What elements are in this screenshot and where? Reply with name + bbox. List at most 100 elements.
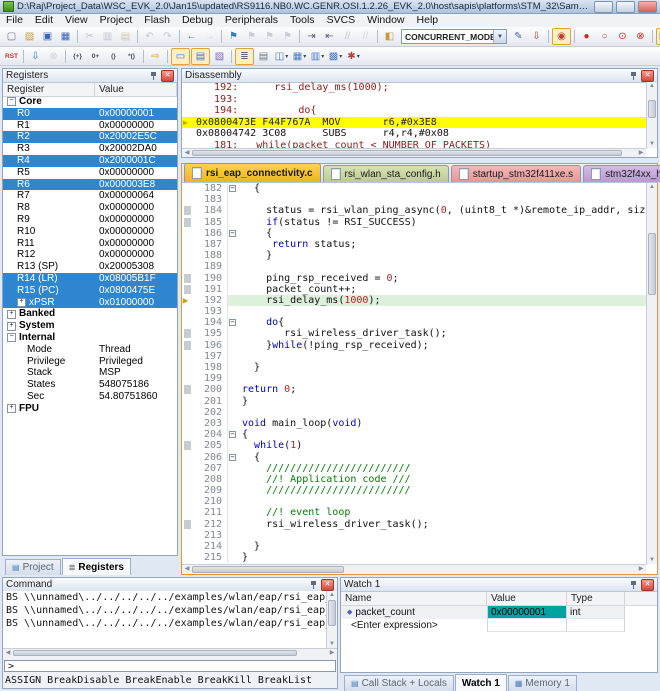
register-row-r3[interactable]: R30x20002DA0 — [3, 143, 177, 155]
dock-tab-call-stack-locals[interactable]: ▤Call Stack + Locals — [344, 675, 454, 691]
editor-vertical-scrollbar[interactable]: ▲ ▼ — [646, 183, 657, 564]
code-line-212[interactable]: 212 rsi_wireless_driver_task(); — [182, 519, 646, 530]
disassembly-line[interactable]: 194: do{ — [182, 105, 646, 117]
new-file-icon[interactable]: ▢ — [3, 29, 20, 44]
editor-horizontal-scrollbar[interactable]: ◀ ▶ — [182, 564, 646, 574]
scroll-down-icon[interactable]: ▼ — [647, 556, 657, 564]
code-line-203[interactable]: 203void main_loop(void) — [182, 418, 646, 429]
uncomment-selection-icon[interactable]: // — [357, 29, 374, 44]
scroll-left-icon[interactable]: ◀ — [183, 565, 191, 573]
code-line-208[interactable]: 208 //! Application code /// — [182, 474, 646, 485]
code-line-184[interactable]: 184 status = rsi_wlan_ping_async(0, (uin… — [182, 205, 646, 216]
code-line-215[interactable]: 215} — [182, 552, 646, 563]
scrollbar-thumb[interactable] — [648, 233, 656, 295]
dock-tab-project[interactable]: ▤Project — [5, 559, 61, 575]
scroll-right-icon[interactable]: ▶ — [328, 649, 336, 657]
code-line-186[interactable]: 186− { — [182, 228, 646, 239]
register-row-fpu[interactable]: +FPU — [3, 403, 177, 415]
step-out-icon[interactable]: (} — [105, 49, 122, 64]
show-next-statement-icon[interactable]: ⇨ — [147, 49, 164, 64]
code-line-185[interactable]: 185 if(status != RSI_SUCCESS) — [182, 217, 646, 228]
watch-window-icon[interactable]: ◫▾ — [273, 49, 290, 64]
register-row-r0[interactable]: R00x00000001 — [3, 108, 177, 120]
register-row-r8[interactable]: R80x00000000 — [3, 202, 177, 214]
scroll-right-icon[interactable]: ▶ — [637, 565, 645, 573]
menu-edit[interactable]: Edit — [29, 14, 59, 27]
scrollbar-thumb[interactable] — [192, 150, 622, 156]
register-row-r1[interactable]: R10x00000000 — [3, 120, 177, 132]
menu-project[interactable]: Project — [94, 14, 139, 27]
register-row-mode[interactable]: ModeThread — [3, 344, 177, 356]
breakpoint-kill-all-icon[interactable]: ⊗ — [632, 29, 649, 44]
scroll-down-icon[interactable]: ▼ — [327, 640, 337, 648]
toolbox-icon[interactable]: ✱▾ — [345, 49, 362, 64]
pin-icon[interactable] — [150, 71, 157, 81]
undo-icon[interactable]: ↶ — [141, 29, 158, 44]
dock-tab-watch-1[interactable]: Watch 1 — [455, 674, 507, 691]
file-tab-rsi-eap-connectivity-c[interactable]: rsi_eap_connectivity.c — [184, 163, 321, 182]
fold-collapse-icon[interactable]: − — [229, 185, 236, 192]
code-line-205[interactable]: 205 while(1) — [182, 440, 646, 451]
redo-icon[interactable]: ↷ — [159, 29, 176, 44]
menu-help[interactable]: Help — [411, 14, 445, 27]
register-row-system[interactable]: +System — [3, 320, 177, 332]
code-line-191[interactable]: 191 packet_count++; — [182, 284, 646, 295]
collapse-icon[interactable]: − — [7, 333, 16, 342]
disassembly-vertical-scrollbar[interactable]: ▲ ▼ — [646, 82, 657, 148]
code-line-182[interactable]: 182− { — [182, 183, 646, 194]
register-row-r11[interactable]: R110x00000000 — [3, 238, 177, 250]
code-editor[interactable]: 182− {183184 status = rsi_wlan_ping_asyn… — [182, 183, 646, 564]
paste-icon[interactable]: ▤ — [117, 29, 134, 44]
scroll-left-icon[interactable]: ◀ — [183, 149, 191, 157]
register-row-r4[interactable]: R40x2000001C — [3, 155, 177, 167]
register-row-r15-pc[interactable]: R15 (PC)0x0800475E — [3, 285, 177, 297]
dock-tab-registers[interactable]: ≣Registers — [62, 558, 131, 575]
chevron-down-icon[interactable]: ▾ — [285, 53, 288, 60]
register-row-r2[interactable]: R20x20002E5C — [3, 131, 177, 143]
breakpoint-toggle-icon[interactable]: ● — [578, 29, 595, 44]
run-to-line-icon[interactable]: *() — [123, 49, 140, 64]
reset-cpu-icon[interactable]: RST — [3, 49, 20, 64]
code-line-202[interactable]: 202 — [182, 407, 646, 418]
menu-peripherals[interactable]: Peripherals — [219, 14, 284, 27]
options-folder-icon[interactable]: ◧ — [381, 29, 398, 44]
register-row-r6[interactable]: R60x000003E8 — [3, 179, 177, 191]
close-icon[interactable]: ✕ — [161, 70, 174, 82]
maximize-button[interactable] — [616, 1, 635, 13]
nav-forward-icon[interactable]: → — [201, 29, 218, 44]
code-line-189[interactable]: 189 — [182, 261, 646, 272]
watch-row-enter-expression[interactable]: <Enter expression> — [341, 619, 657, 632]
command-window-icon[interactable]: ▭ — [171, 48, 190, 65]
comment-selection-icon[interactable]: // — [339, 29, 356, 44]
disassembly-content[interactable]: 192: rsi_delay_ms(1000); 193: 194: do{ 0… — [182, 82, 646, 148]
register-row-r13-sp[interactable]: R13 (SP)0x20005308 — [3, 261, 177, 273]
code-line-190[interactable]: 190 ping_rsp_received = 0; — [182, 273, 646, 284]
code-line-214[interactable]: 214 } — [182, 541, 646, 552]
translate-file-icon[interactable]: ✎ — [510, 29, 527, 44]
register-row-r9[interactable]: R90x00000000 — [3, 214, 177, 226]
register-row-internal[interactable]: −Internal — [3, 332, 177, 344]
download-flash-icon[interactable]: ⇩ — [528, 29, 545, 44]
scrollbar-thumb[interactable] — [648, 100, 656, 118]
scrollbar-thumb[interactable] — [328, 600, 336, 626]
chevron-down-icon[interactable]: ▾ — [339, 53, 342, 60]
cut-icon[interactable]: ✂ — [81, 29, 98, 44]
register-row-r7[interactable]: R70x00000064 — [3, 190, 177, 202]
bookmark-clear-all-icon[interactable]: ⚑ — [279, 29, 296, 44]
save-all-icon[interactable]: ▦ — [57, 29, 74, 44]
open-folder-icon[interactable]: ▨ — [21, 29, 38, 44]
scroll-down-icon[interactable]: ▼ — [647, 140, 657, 148]
watch-row-packet-count[interactable]: ◆packet_count0x00000001int — [341, 606, 657, 619]
command-vertical-scrollbar[interactable]: ▲ ▼ — [326, 591, 337, 648]
code-line-204[interactable]: 204−{ — [182, 429, 646, 440]
code-line-197[interactable]: 197 — [182, 351, 646, 362]
disassembly-line[interactable]: 181: while(packet_count < NUMBER_OF_PACK… — [182, 140, 646, 149]
register-row-xpsr[interactable]: +xPSR0x01000000 — [3, 297, 177, 309]
menu-view[interactable]: View — [59, 14, 94, 27]
analysis-window-icon[interactable]: ▩▾ — [327, 49, 344, 64]
registers-window-icon[interactable]: ≣ — [235, 48, 254, 65]
code-line-209[interactable]: 209 //////////////////////// — [182, 485, 646, 496]
target-select[interactable]: CONCURRENT_MODE▼ — [401, 29, 507, 44]
code-line-183[interactable]: 183 — [182, 194, 646, 205]
close-icon[interactable]: ✕ — [641, 70, 654, 82]
